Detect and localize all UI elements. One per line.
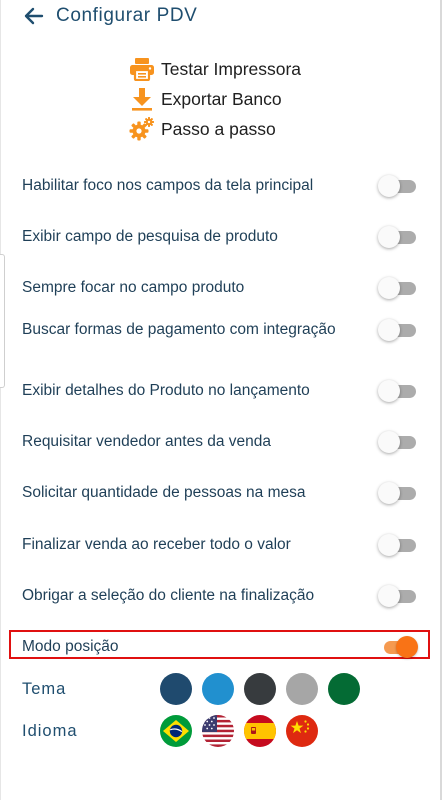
theme-swatch-light-gray[interactable] xyxy=(286,673,318,705)
focus-fields-toggle[interactable] xyxy=(378,175,418,197)
focus-product-toggle[interactable] xyxy=(378,277,418,299)
setting-label: Modo posição xyxy=(22,638,119,655)
setting-label: Sempre focar no campo produto xyxy=(22,279,245,296)
theme-row: Tema xyxy=(22,673,370,705)
theme-swatch-green[interactable] xyxy=(328,673,360,705)
setting-label: Buscar formas de pagamento com integraçã… xyxy=(22,321,336,338)
setting-row-position-mode: Modo posição xyxy=(22,636,418,658)
printer-icon xyxy=(128,56,156,82)
theme-swatch-blue[interactable] xyxy=(202,673,234,705)
setting-row-table-people: Solicitar quantidade de pessoas na mesa xyxy=(22,482,418,504)
setting-label: Requisitar vendedor antes da venda xyxy=(22,433,272,450)
back-arrow-icon[interactable] xyxy=(22,4,46,28)
download-icon xyxy=(128,86,156,112)
step-by-step-button[interactable]: Passo a passo xyxy=(128,114,301,144)
language-row: Idioma xyxy=(22,715,328,747)
action-list: Testar Impressora Exportar Banco Passo a… xyxy=(128,54,301,144)
position-mode-toggle[interactable] xyxy=(378,636,418,658)
product-details-toggle[interactable] xyxy=(378,380,418,402)
setting-row-finish-on-payment: Finalizar venda ao receber todo o valor xyxy=(22,534,418,556)
finish-on-payment-toggle[interactable] xyxy=(378,534,418,556)
side-drawer-handle[interactable] xyxy=(0,254,5,388)
header: Configurar PDV xyxy=(22,4,197,28)
theme-swatch-navy[interactable] xyxy=(160,673,192,705)
require-seller-toggle[interactable] xyxy=(378,431,418,453)
spain-flag-icon[interactable] xyxy=(244,715,276,747)
language-label: Idioma xyxy=(22,721,78,740)
export-database-label: Exportar Banco xyxy=(161,88,282,109)
brazil-flag-icon[interactable] xyxy=(160,715,192,747)
setting-label: Obrigar a seleção do cliente na finaliza… xyxy=(22,587,315,604)
table-people-toggle[interactable] xyxy=(378,482,418,504)
setting-row-focus-product: Sempre focar no campo produto xyxy=(22,277,418,299)
payment-integration-toggle[interactable] xyxy=(378,319,418,341)
setting-label: Exibir detalhes do Produto no lançamento xyxy=(22,382,310,399)
setting-label: Exibir campo de pesquisa de produto xyxy=(22,228,278,245)
setting-label: Finalizar venda ao receber todo o valor xyxy=(22,536,291,553)
setting-row-product-search: Exibir campo de pesquisa de produto xyxy=(22,226,418,248)
setting-row-focus-fields: Habilitar foco nos campos da tela princi… xyxy=(22,175,418,197)
setting-row-product-details: Exibir detalhes do Produto no lançamento xyxy=(22,380,418,402)
gears-icon xyxy=(128,116,156,142)
setting-row-payment-integration: Buscar formas de pagamento com integraçã… xyxy=(22,319,418,341)
china-flag-icon[interactable] xyxy=(286,715,318,747)
page-title: Configurar PDV xyxy=(56,5,198,26)
setting-label: Solicitar quantidade de pessoas na mesa xyxy=(22,484,306,501)
setting-row-require-customer: Obrigar a seleção do cliente na finaliza… xyxy=(22,585,418,607)
frame-left-border xyxy=(0,0,1,800)
export-database-button[interactable]: Exportar Banco xyxy=(128,84,301,114)
theme-swatch-dark-gray[interactable] xyxy=(244,673,276,705)
setting-label: Habilitar foco nos campos da tela princi… xyxy=(22,177,314,194)
test-printer-label: Testar Impressora xyxy=(161,58,302,79)
require-customer-toggle[interactable] xyxy=(378,585,418,607)
test-printer-button[interactable]: Testar Impressora xyxy=(128,54,301,84)
step-by-step-label: Passo a passo xyxy=(161,118,276,139)
product-search-toggle[interactable] xyxy=(378,226,418,248)
usa-flag-icon[interactable] xyxy=(202,715,234,747)
setting-row-require-seller: Requisitar vendedor antes da venda xyxy=(22,431,418,453)
theme-label: Tema xyxy=(22,679,67,698)
